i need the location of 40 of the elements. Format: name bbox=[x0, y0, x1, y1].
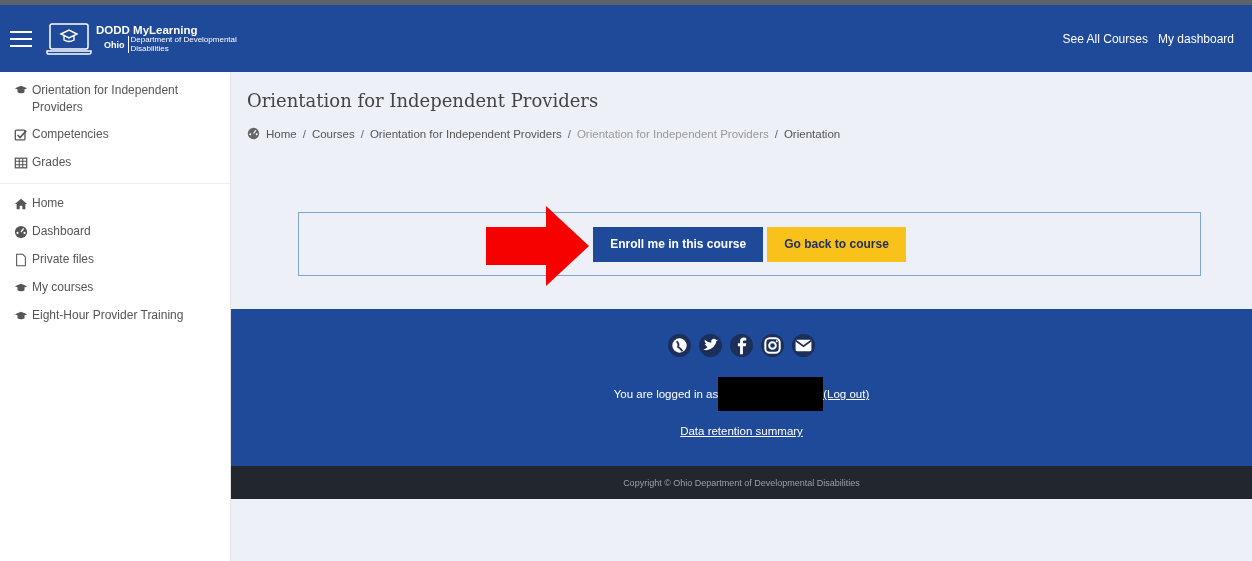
nav-link[interactable]: My dashboard bbox=[1157, 31, 1234, 46]
nav-link[interactable]: See All Courses bbox=[1062, 31, 1148, 46]
breadcrumb-link[interactable]: Courses bbox=[311, 127, 355, 140]
data-retention-link[interactable]: Data retention summary bbox=[680, 425, 803, 437]
sidebar-item[interactable]: My courses bbox=[0, 273, 230, 302]
breadcrumb-link[interactable]: Orientation for Independent Providers bbox=[369, 127, 562, 140]
breadcrumb-separator: / bbox=[774, 127, 778, 140]
sidebar-item[interactable]: Home bbox=[0, 189, 230, 218]
sidebar-item[interactable]: Orientation for Independent Providers bbox=[0, 78, 230, 121]
sidebar-item[interactable]: Eight-Hour Provider Training bbox=[0, 301, 230, 330]
breadcrumb-separator: / bbox=[302, 127, 306, 140]
breadcrumb-link[interactable]: Home bbox=[266, 127, 297, 140]
sidebar-item[interactable]: Grades bbox=[0, 148, 230, 177]
enroll-button[interactable]: Enroll me in this course bbox=[593, 226, 764, 262]
login-status: You are logged in as bbox=[613, 388, 719, 400]
back-button[interactable]: Go back to course bbox=[767, 226, 906, 262]
sidebar-item[interactable]: Private files bbox=[0, 245, 230, 274]
file-icon bbox=[14, 253, 28, 268]
breadcrumb-separator: / bbox=[360, 127, 364, 140]
ohio-wordmark: Ohio bbox=[104, 39, 125, 50]
sidebar-item[interactable]: Competencies bbox=[0, 120, 230, 149]
brand-department: Department of Developmental Disabilities bbox=[127, 36, 251, 53]
home-icon bbox=[14, 197, 28, 212]
copyright-text: Copyright © Ohio Department of Developmental Disabilities bbox=[623, 477, 860, 488]
mail-icon[interactable] bbox=[792, 334, 815, 357]
twitter-icon[interactable] bbox=[699, 334, 722, 357]
breadcrumb-link[interactable]: Orientation bbox=[783, 127, 841, 140]
table-icon bbox=[14, 156, 28, 171]
logout-link[interactable]: (Log out) bbox=[823, 388, 870, 400]
dashboard-icon bbox=[247, 127, 260, 140]
checkbox-icon bbox=[14, 128, 28, 143]
menu-icon[interactable] bbox=[10, 29, 32, 48]
breadcrumb-separator: / bbox=[567, 127, 571, 140]
sidebar-item[interactable]: Dashboard bbox=[0, 217, 230, 246]
laptop-cap-icon bbox=[46, 21, 92, 56]
dashboard-icon bbox=[14, 225, 28, 240]
page-title: Orientation for Independent Providers bbox=[247, 90, 600, 111]
facebook-icon[interactable] bbox=[730, 334, 753, 357]
instagram-icon[interactable] bbox=[761, 334, 784, 357]
brand-name: DODD MyLearning bbox=[96, 24, 199, 37]
